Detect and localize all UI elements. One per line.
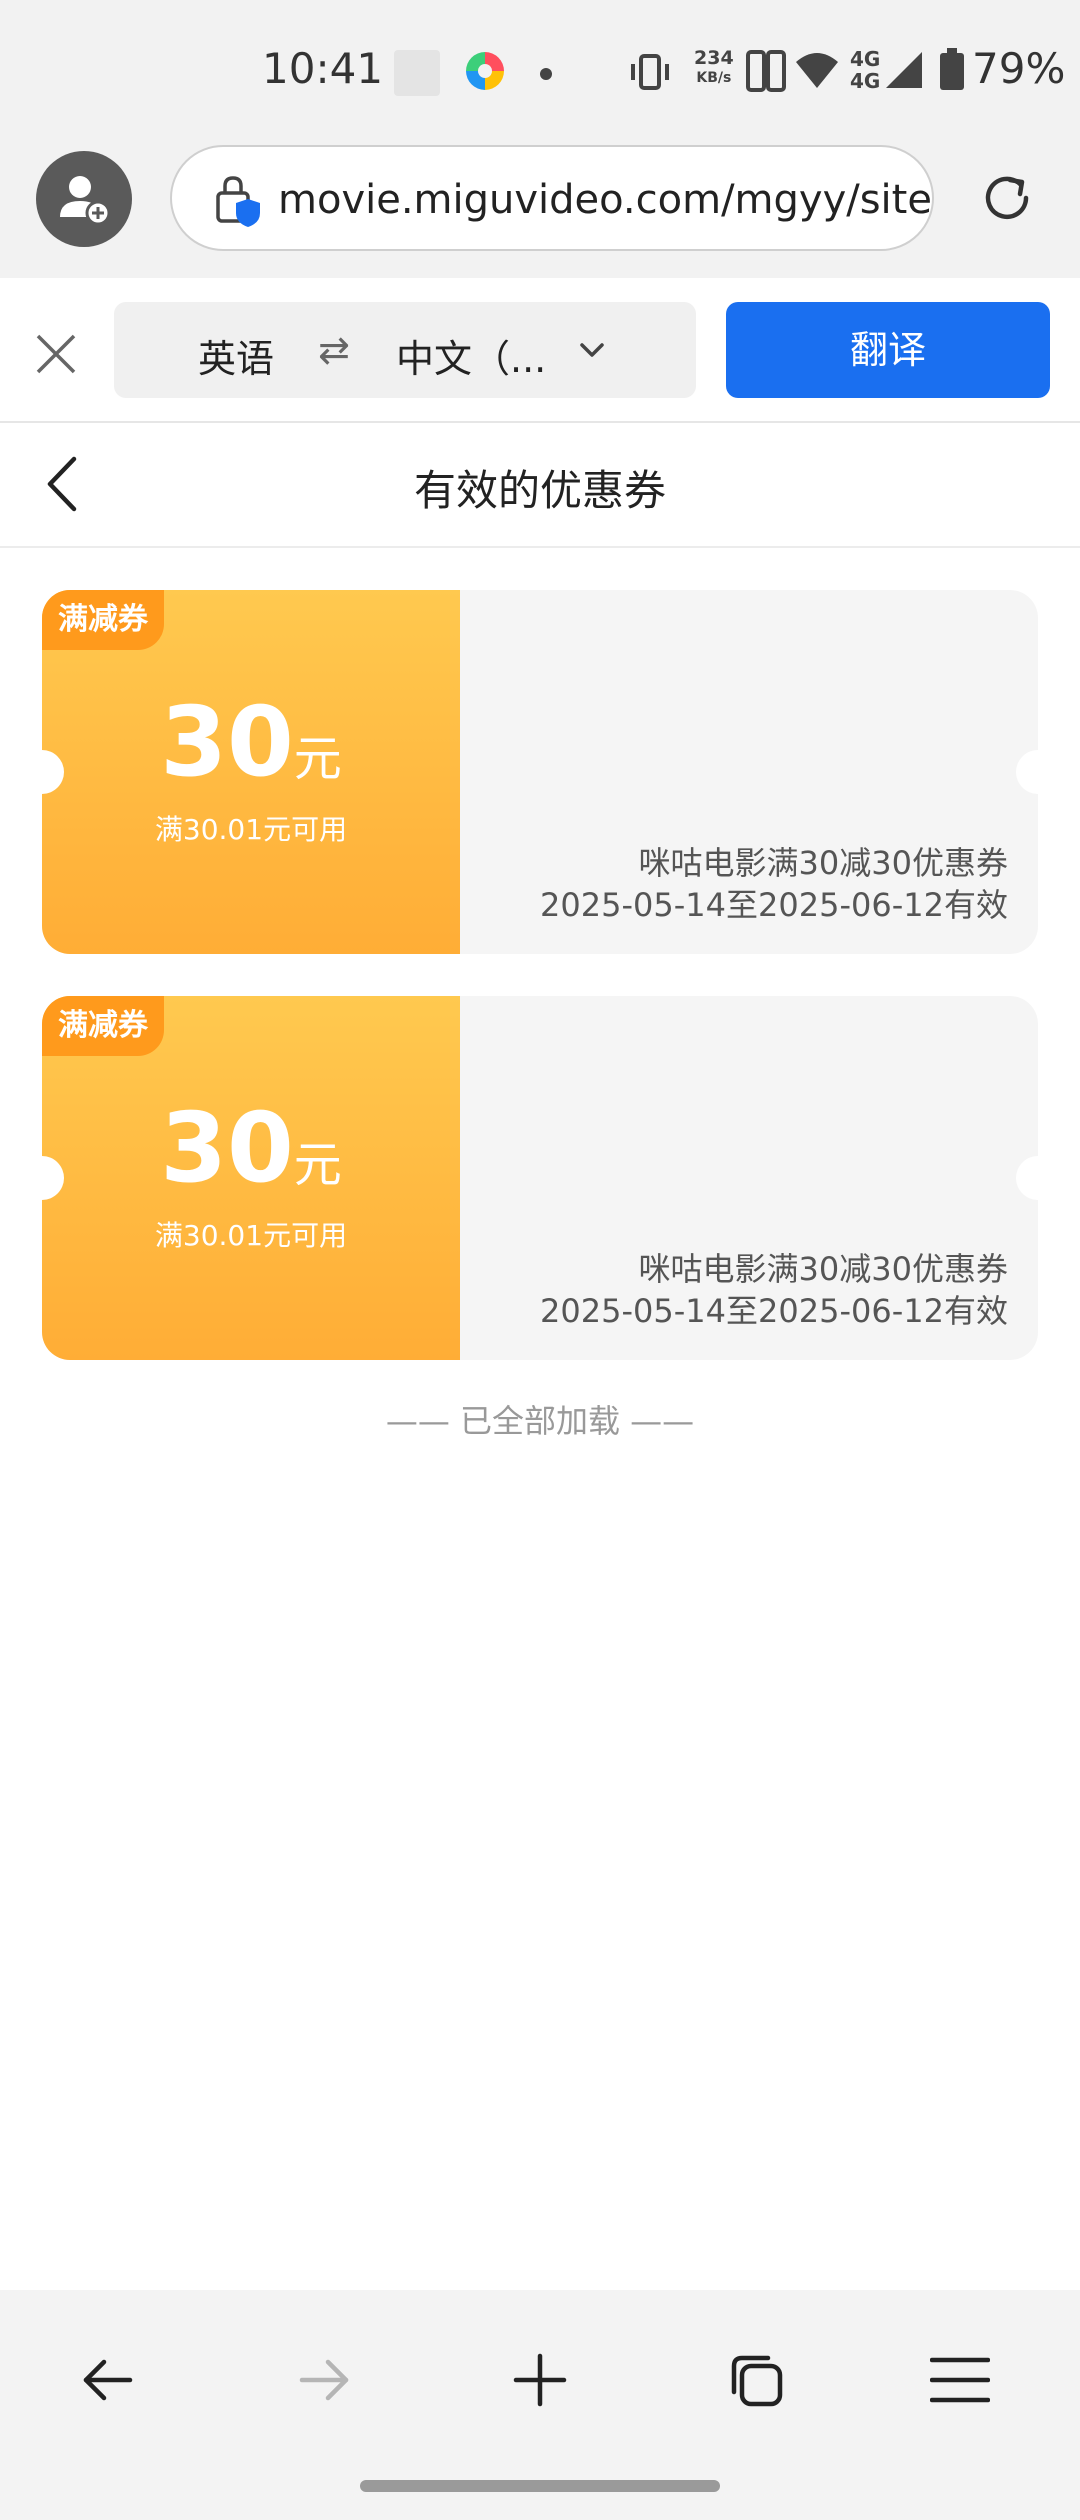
- nav-forward-button[interactable]: [284, 2340, 364, 2420]
- translate-bar: 英语 ⇄ 中文（... 翻译: [0, 278, 1080, 423]
- reload-icon[interactable]: [976, 167, 1038, 229]
- coupon-amount: 30元: [42, 686, 460, 798]
- chevron-down-icon[interactable]: [574, 332, 610, 368]
- network-type-1: 4G: [850, 47, 881, 71]
- translate-button[interactable]: 翻译: [726, 302, 1050, 398]
- app-notification-icon: [466, 52, 504, 90]
- coupon-notch-right: [1016, 750, 1038, 794]
- back-arrow-icon: [83, 2359, 133, 2401]
- net-speed: 234 KB/s: [694, 48, 734, 88]
- browser-toolbar: movie.miguvideo.com/mgyy/site/: [0, 145, 1080, 278]
- coupon-amount: 30元: [42, 1092, 460, 1204]
- coupon-perforation: [452, 996, 468, 1360]
- coupon-validity: 2025-05-14至2025-06-12有效: [540, 886, 1008, 924]
- net-speed-unit: KB/s: [696, 70, 732, 86]
- new-tab-button[interactable]: [500, 2340, 580, 2420]
- coupon-amount-number: 30: [160, 686, 294, 798]
- page-header: 有效的优惠券: [0, 423, 1080, 548]
- coupon-card[interactable]: 满减券 30元 满30.01元可用 咪咕电影满30减30优惠券 2025-05-…: [42, 590, 1038, 954]
- nav-back-button[interactable]: [68, 2340, 148, 2420]
- notification-placeholder-icon: [394, 50, 440, 96]
- coupon-amount-number: 30: [160, 1092, 294, 1204]
- tabs-button[interactable]: [716, 2340, 796, 2420]
- swap-languages-icon[interactable]: ⇄: [318, 328, 350, 372]
- coupon-tag: 满减券: [42, 996, 164, 1056]
- dual-sim-icon: [746, 50, 786, 92]
- add-user-icon: [60, 176, 111, 226]
- coupon-validity: 2025-05-14至2025-06-12有效: [540, 1292, 1008, 1330]
- battery-percent: 79%: [972, 44, 1066, 93]
- menu-button[interactable]: [920, 2340, 1000, 2420]
- network-type: 4G 4G: [850, 48, 880, 92]
- language-selector[interactable]: 英语 ⇄ 中文（...: [114, 302, 696, 398]
- url-text[interactable]: movie.miguvideo.com/mgyy/site/: [278, 177, 932, 223]
- address-bar[interactable]: movie.miguvideo.com/mgyy/site/: [170, 145, 934, 251]
- coupon-card[interactable]: 满减券 30元 满30.01元可用 咪咕电影满30减30优惠券 2025-05-…: [42, 996, 1038, 1360]
- coupon-condition: 满30.01元可用: [154, 1219, 348, 1252]
- close-icon[interactable]: [30, 328, 82, 380]
- tabs-icon: [731, 2355, 783, 2407]
- list-end-text: —— 已全部加载 ——: [385, 1402, 695, 1440]
- coupon-tag: 满减券: [42, 590, 164, 650]
- network-type-2: 4G: [850, 69, 881, 93]
- wifi-icon: [796, 53, 838, 88]
- page-title: 有效的优惠券: [413, 466, 666, 515]
- vibrate-icon: [631, 54, 669, 90]
- coupon-perforation: [452, 590, 468, 954]
- forward-arrow-icon: [299, 2359, 349, 2401]
- coupon-amount-unit: 元: [293, 1137, 342, 1193]
- coupon-amount-unit: 元: [293, 731, 342, 787]
- target-language[interactable]: 中文（...: [396, 328, 546, 383]
- home-indicator[interactable]: [360, 2480, 720, 2492]
- net-speed-value: 234: [694, 47, 734, 69]
- signal-icon: [886, 52, 922, 88]
- coupon-condition: 满30.01元可用: [154, 813, 348, 846]
- coupon-value-panel: 满减券 30元 满30.01元可用: [42, 590, 460, 954]
- coupon-notch-right: [1016, 1156, 1038, 1200]
- source-language[interactable]: 英语: [198, 328, 274, 383]
- more-notifications-dot: [540, 68, 552, 80]
- coupon-name: 咪咕电影满30减30优惠券: [638, 1250, 1008, 1288]
- status-time: 10:41: [262, 44, 384, 93]
- profile-avatar[interactable]: [36, 151, 132, 247]
- menu-icon: [930, 2357, 990, 2403]
- status-bar: 10:41 234 KB/s 4G 4G 79%: [0, 0, 1080, 145]
- secure-lock-icon: [216, 176, 260, 227]
- battery-icon: [940, 48, 964, 90]
- coupon-value-panel: 满减券 30元 满30.01元可用: [42, 996, 460, 1360]
- plus-icon: [513, 2353, 567, 2407]
- coupon-name: 咪咕电影满30减30优惠券: [638, 844, 1008, 882]
